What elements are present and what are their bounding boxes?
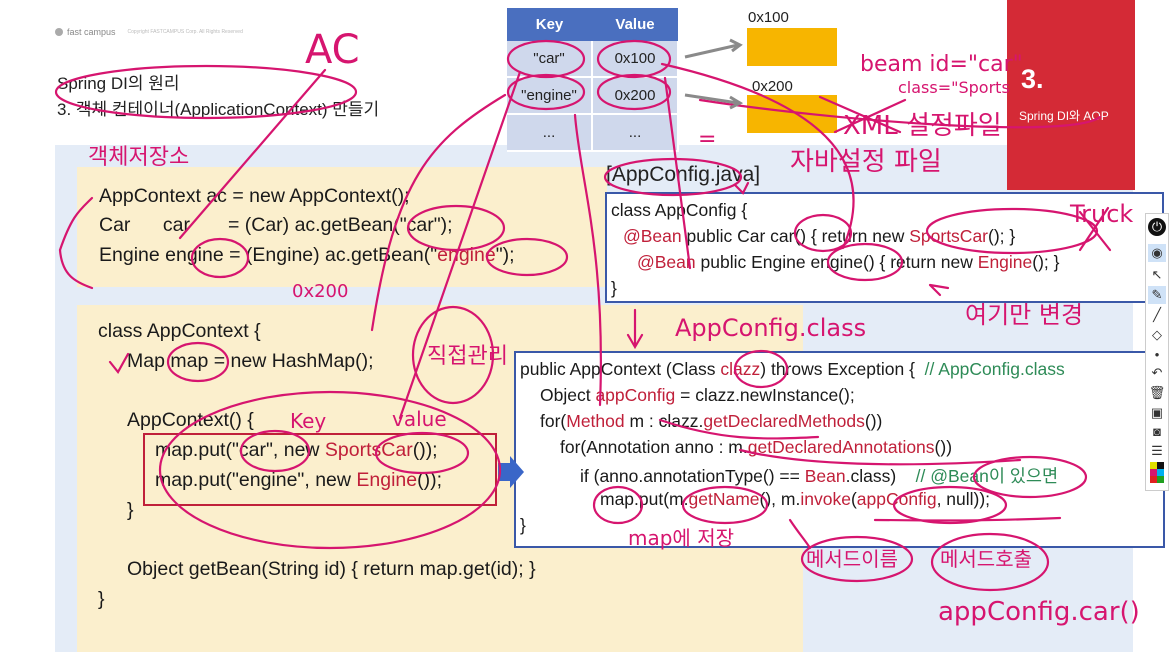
toolbar-pen-icon[interactable]: ✎ [1148,286,1166,304]
chapter-tab: 3. Spring DI와 AOP [1007,0,1135,190]
code-line: public AppContext (Class clazz) throws E… [520,359,1065,379]
code-line: Engine engine = (Engine) ac.getBean("eng… [99,244,515,266]
kv-header-value: Value [592,8,678,41]
code-line: } [98,588,105,610]
chapter-title: Spring DI와 AOP [1019,109,1109,123]
code-line: } [520,515,526,535]
memory-address-2: 0x200 [752,78,793,95]
code-line: map.put(m.getName(), m.invoke(appConfig,… [600,489,991,509]
kv-cell: "car" [507,41,593,78]
kv-cell: 0x100 [592,41,679,78]
code-line: @Bean public Car car() { return new Spor… [623,226,1016,246]
kv-cell: 0x200 [592,77,679,115]
logo-text: fast campus [67,27,116,37]
toolbar-page-icon[interactable]: ☰ [1148,442,1166,460]
kv-cell: ... [507,114,593,152]
code-line: Map map = new HashMap(); [127,350,374,372]
ink-text-ac: AC [305,27,360,73]
toolbar-menu-icon[interactable]: ⏻ [1148,218,1166,236]
ink-text-beanid: beam id="car" [860,52,1023,77]
kv-header-key: Key [507,8,592,41]
color-swatch-black[interactable] [1157,462,1164,469]
logo-icon [55,28,63,36]
code-line: for(Method m : clazz.getDeclaredMethods(… [540,411,883,431]
code-line: class AppContext { [98,320,261,342]
fastcampus-logo: fast campus Copyright FASTCAMPUS Corp. A… [55,27,243,37]
code-line: AppContext ac = new AppContext(); [99,185,410,207]
code-line: Object getBean(String id) { return map.g… [127,558,536,580]
toolbar-dot-icon[interactable]: • [1148,346,1166,364]
toolbar-board-icon[interactable]: ▣ [1148,404,1166,422]
code-line: if (anno.annotationType() == Bean.class)… [580,466,1059,486]
code-line: for(Annotation anno : m.getDeclaredAnnot… [560,437,953,457]
toolbar-undo-icon[interactable]: ↶ [1148,364,1166,382]
copyright-text: Copyright FASTCAMPUS Corp. All Rights Re… [127,29,243,35]
toolbar-camera-icon[interactable]: ◙ [1148,423,1166,441]
toolbar-eye-icon[interactable]: ◉ [1148,244,1166,262]
code-line: } [611,278,617,298]
color-swatch-red[interactable] [1150,476,1157,483]
toolbar-delete-icon[interactable]: 🗑 [1148,384,1166,402]
annotation-toolbar: ⏻ ◉ ↖ ✎ ╱ ◇ • ↶ 🗑 ▣ ◙ ☰ [1145,213,1169,491]
toolbar-eraser-icon[interactable]: ◇ [1148,326,1166,344]
ink-text-xml: XML 설정파일 [843,111,1002,141]
code-line: Object appConfig = clazz.newInstance(); [540,385,855,405]
usage-code-box: AppContext ac = new AppContext(); Car ca… [77,167,607,287]
code-line: AppContext() { [127,409,254,431]
key-value-table: Key Value "car" 0x100 "engine" 0x200 ...… [507,8,679,152]
chapter-number: 3. [1021,64,1044,94]
constructor-highlight-rect [143,433,497,506]
flow-arrow-icon [498,456,524,488]
slide-title: Spring DI의 원리 [57,74,180,93]
slide-subtitle: 3. 객체 컨테이너(ApplicationContext) 만들기 [57,100,380,119]
color-swatch-yellow[interactable] [1150,462,1157,469]
constructor-code-box: public AppContext (Class clazz) throws E… [514,351,1165,548]
appconfig-filename: [AppConfig.java] [606,163,761,186]
code-line: Car car = (Car) ac.getBean("car"); [99,214,453,236]
kv-cell: ... [592,114,679,152]
toolbar-pointer-icon[interactable]: ↖ [1148,266,1166,284]
gray-arrow-2 [684,93,744,110]
code-line: class AppConfig { [611,200,748,220]
memory-block-1 [747,28,837,66]
toolbar-line-icon[interactable]: ╱ [1148,306,1166,324]
memory-address-1: 0x100 [748,9,789,26]
code-line: } [127,499,134,521]
code-line: @Bean public Engine engine() { return ne… [637,252,1060,272]
color-swatch-magenta[interactable] [1150,469,1157,476]
color-swatch-cyan[interactable] [1157,469,1164,476]
color-swatch-green[interactable] [1157,476,1164,483]
appconfig-code-box: class AppConfig { @Bean public Car car()… [605,192,1164,303]
gray-arrow-1 [684,38,743,59]
ink-text-class: class="Sports [898,78,1010,97]
kv-cell: "engine" [507,77,593,115]
memory-block-2 [747,95,837,133]
